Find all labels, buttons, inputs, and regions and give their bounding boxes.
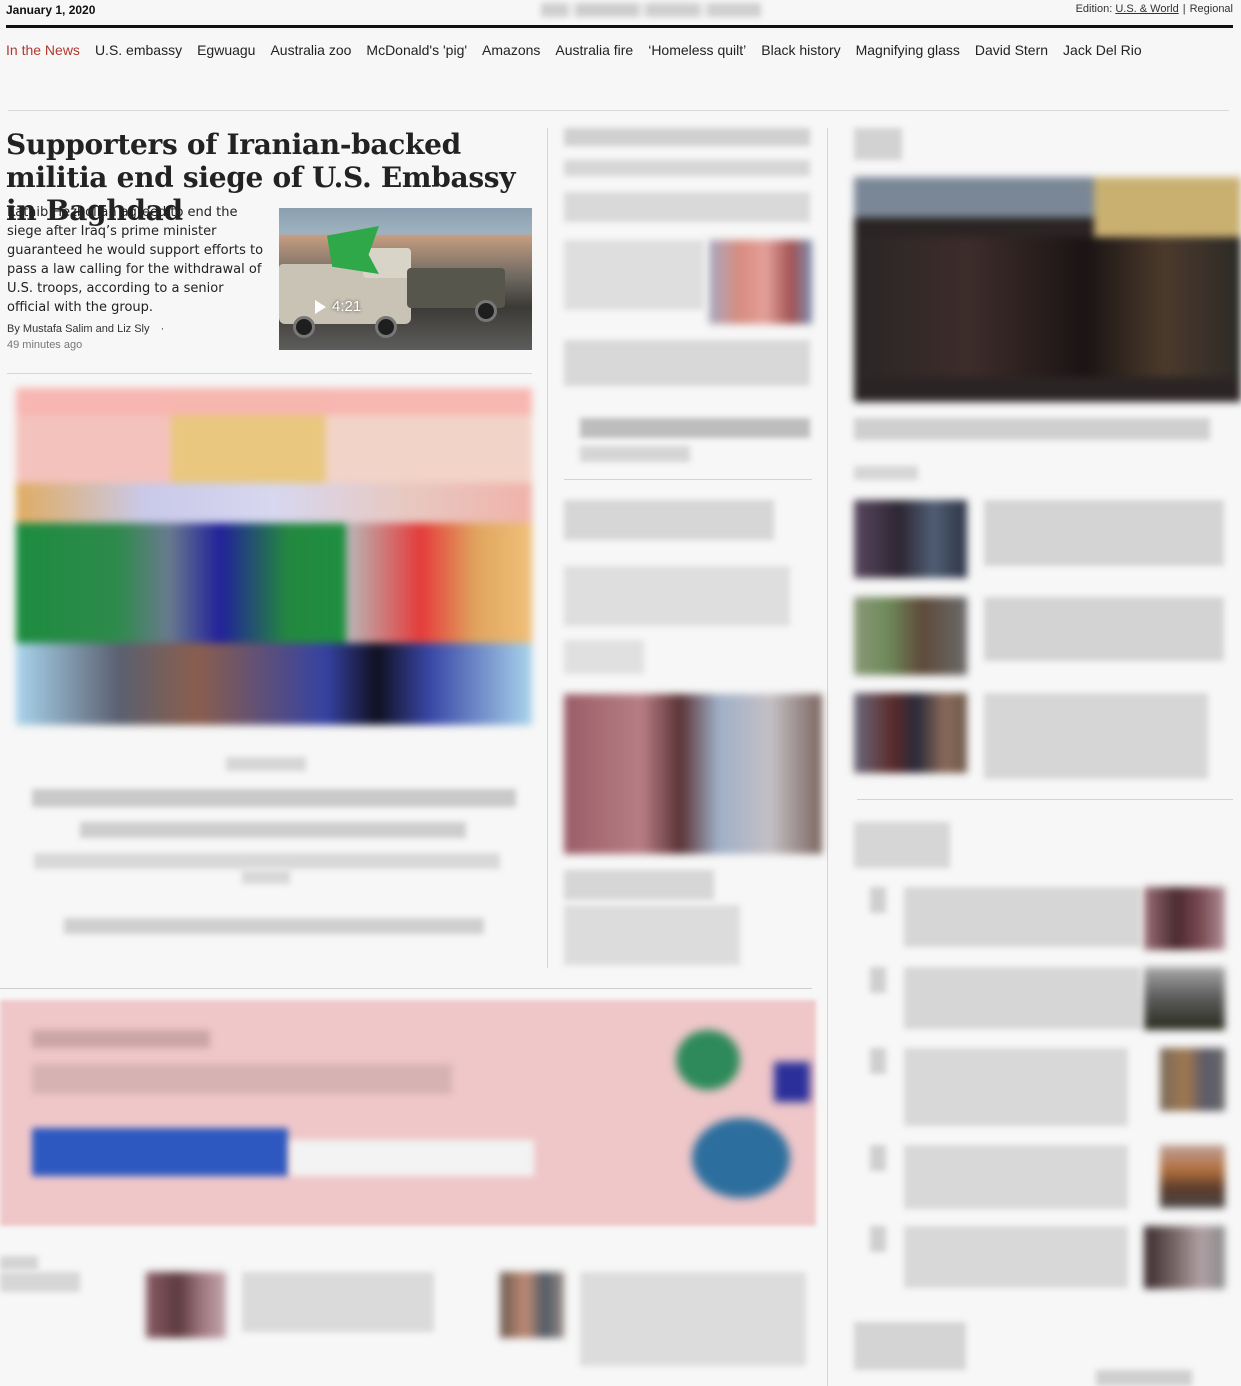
video-play-button[interactable]: 4:21 [315, 298, 361, 315]
promo-banner[interactable] [0, 1000, 816, 1226]
placeholder-text [242, 1272, 434, 1332]
column-divider [827, 128, 828, 1386]
placeholder-image[interactable] [1144, 1226, 1225, 1289]
news-link-homeless-quilt[interactable]: ‘Homeless quilt’ [648, 42, 746, 58]
placeholder-headline [904, 1145, 1128, 1209]
news-link-egwuagu[interactable]: Egwuagu [197, 42, 255, 58]
lead-divider [7, 373, 532, 374]
news-link-amazons[interactable]: Amazons [482, 42, 540, 58]
placeholder-headline [984, 500, 1224, 566]
placeholder-text [34, 853, 500, 869]
placeholder-text [564, 240, 704, 310]
placeholder-image[interactable] [854, 693, 967, 773]
placeholder-image[interactable] [146, 1272, 226, 1338]
news-link-jack-del-rio[interactable]: Jack Del Rio [1063, 42, 1142, 58]
placeholder-headline [904, 967, 1140, 1029]
placeholder-image[interactable] [500, 1272, 564, 1338]
placeholder-text [64, 918, 484, 934]
promo-divider [0, 988, 812, 989]
column-divider [547, 128, 548, 968]
edition-us-world-link[interactable]: U.S. & World [1115, 3, 1178, 15]
placeholder-headline [904, 1226, 1128, 1288]
placeholder-rank [870, 1048, 886, 1074]
placeholder-headline [32, 789, 516, 807]
site-logo[interactable] [541, 3, 761, 17]
placeholder-image[interactable] [1144, 967, 1225, 1030]
current-date: January 1, 2020 [6, 3, 96, 17]
byline-dot: · [160, 323, 165, 335]
in-the-news-bar: In the News U.S. embassy Egwuagu Austral… [6, 42, 1142, 58]
play-icon [315, 299, 326, 314]
video-duration: 4:21 [332, 298, 362, 315]
news-link-australia-fire[interactable]: Australia fire [555, 42, 633, 58]
placeholder-text [564, 192, 810, 222]
placeholder-headline [984, 693, 1208, 779]
item-divider [564, 479, 812, 480]
news-link-david-stern[interactable]: David Stern [975, 42, 1048, 58]
placeholder-text [854, 466, 918, 480]
video-scene-wheel [293, 316, 315, 338]
placeholder-text [580, 418, 810, 438]
video-scene-wheel [375, 316, 397, 338]
video-scene-wheel [475, 300, 497, 322]
news-link-us-embassy[interactable]: U.S. embassy [95, 42, 182, 58]
section-divider [8, 110, 1229, 111]
secondary-story-image[interactable] [16, 388, 532, 725]
lead-video-thumbnail[interactable]: 4:21 [279, 208, 532, 350]
placeholder-headline [564, 160, 810, 176]
placeholder-text [580, 1272, 806, 1366]
placeholder-kicker [226, 757, 306, 771]
placeholder-rank [870, 967, 886, 993]
item-divider [857, 799, 1233, 800]
edition-label: Edition: [1075, 3, 1113, 15]
placeholder-text [1096, 1370, 1192, 1386]
placeholder-headline [564, 128, 810, 146]
placeholder-image[interactable] [854, 177, 1241, 402]
placeholder-kicker [854, 128, 902, 160]
placeholder-headline [904, 887, 1140, 947]
placeholder-headline [564, 870, 714, 900]
news-link-black-history[interactable]: Black history [761, 42, 840, 58]
placeholder-text [564, 905, 740, 965]
edition-switcher: Edition: U.S. & World | Regional [1076, 3, 1233, 15]
lead-byline: By Mustafa Salim and Liz Sly · [7, 323, 164, 335]
placeholder-text [564, 640, 644, 674]
placeholder-headline [984, 597, 1224, 661]
placeholder-rank [870, 1145, 886, 1171]
placeholder-text [580, 446, 690, 462]
placeholder-rank [870, 887, 886, 913]
placeholder-image[interactable] [1160, 1048, 1225, 1111]
author-link-1[interactable]: Mustafa Salim [23, 323, 93, 335]
placeholder-kicker [0, 1256, 38, 1270]
placeholder-kicker [854, 822, 950, 868]
placeholder-text [242, 870, 290, 884]
placeholder-image[interactable] [854, 597, 967, 675]
placeholder-headline [564, 500, 774, 540]
author-link-2[interactable]: Liz Sly [117, 323, 149, 335]
placeholder-headline [0, 1272, 80, 1292]
byline-prefix: By [7, 323, 20, 335]
placeholder-image[interactable] [854, 500, 967, 578]
news-link-mcdonalds-pig[interactable]: McDonald's 'pig' [366, 42, 467, 58]
placeholder-kicker [854, 1322, 966, 1370]
lead-blurb: Kataib Hezbollah agreed to end the siege… [7, 205, 264, 315]
edition-separator: | [1182, 3, 1186, 15]
news-link-magnifying-glass[interactable]: Magnifying glass [856, 42, 960, 58]
byline-and: and [95, 323, 115, 335]
placeholder-image[interactable] [564, 694, 822, 854]
placeholder-text [564, 340, 810, 386]
placeholder-text [564, 566, 790, 626]
placeholder-image[interactable] [1160, 1145, 1225, 1208]
in-the-news-label: In the News [6, 42, 80, 58]
placeholder-rank [870, 1226, 886, 1252]
placeholder-image[interactable] [709, 240, 812, 324]
placeholder-headline [80, 822, 466, 838]
placeholder-headline [904, 1048, 1128, 1126]
news-link-australia-zoo[interactable]: Australia zoo [270, 42, 351, 58]
lead-timestamp: 49 minutes ago [7, 339, 83, 351]
placeholder-image[interactable] [1144, 887, 1225, 950]
edition-regional-link[interactable]: Regional [1190, 3, 1233, 15]
placeholder-headline [854, 418, 1210, 440]
top-bar: January 1, 2020 Edition: U.S. & World | Re… [6, 0, 1233, 28]
